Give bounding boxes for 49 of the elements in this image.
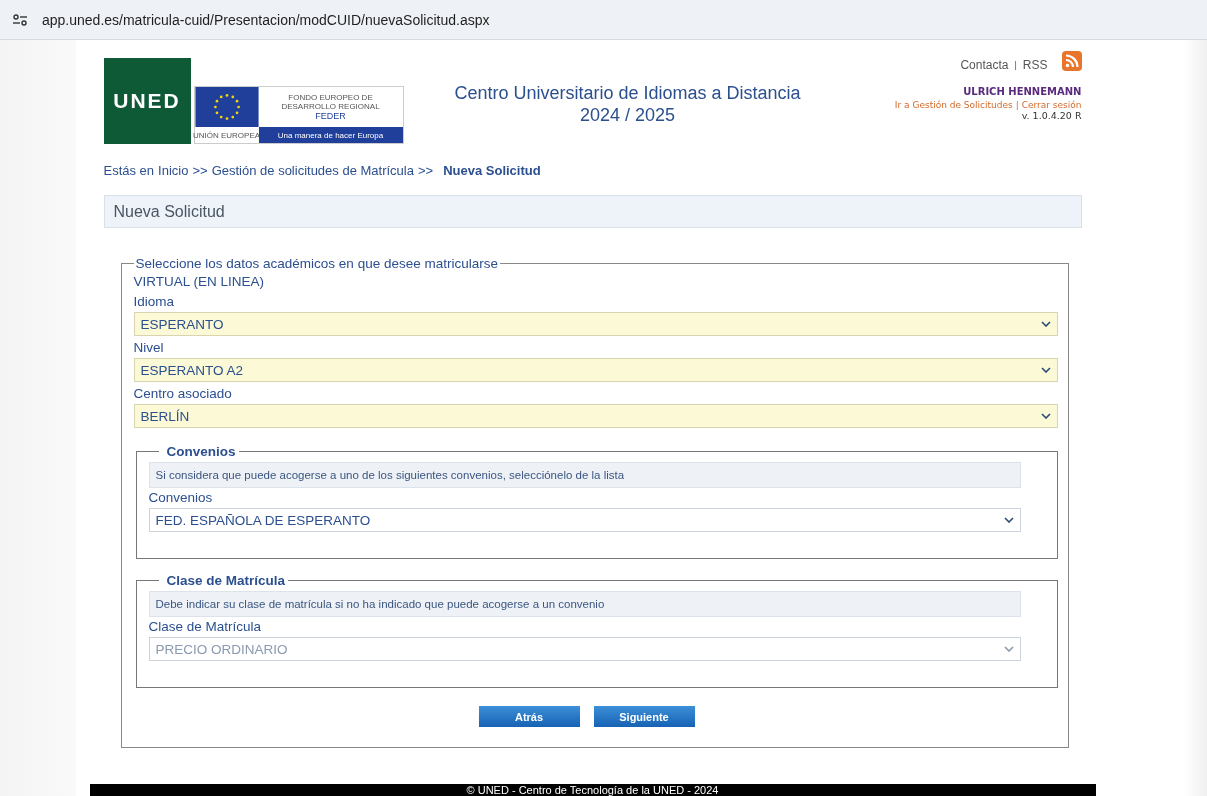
- dropdown-field[interactable]: ESPERANTO A2: [133, 358, 1058, 383]
- section-legend: Convenios: [166, 444, 236, 460]
- nav-button[interactable]: Siguiente: [593, 706, 695, 728]
- breadcrumb-separator: >>: [192, 163, 208, 178]
- logo-caption: Una manera de hacer Europa: [258, 127, 403, 143]
- logout-link[interactable]: Cerrar sesión: [1021, 100, 1082, 110]
- breadcrumb-prefix: Estás en: [103, 163, 155, 178]
- link-separator: |: [1015, 100, 1019, 110]
- site-title: Centro Universitario de Idiomas a Distancia: [454, 82, 801, 104]
- breadcrumb-separator: >>: [417, 163, 434, 178]
- panel-legend: Seleccione los datos académicos en que desee matricularse: [135, 256, 498, 272]
- link-separator: |: [1014, 60, 1017, 70]
- site-settings-icon[interactable]: [12, 13, 28, 26]
- chevron-down-icon: [1040, 367, 1051, 374]
- logo-name: FEDER: [315, 111, 346, 121]
- nav-button[interactable]: Atrás: [478, 706, 580, 728]
- breadcrumb-link[interactable]: Inicio: [158, 163, 189, 178]
- logo-caption: UNIÓN EUROPEA: [194, 129, 259, 142]
- copyright-text: © UNED - Centro de Tecnología de la UNED - 2024: [466, 784, 719, 796]
- manage-requests-link[interactable]: Ir a Gestión de Solicitudes: [894, 100, 1013, 110]
- dropdown-field[interactable]: BERLÍN: [133, 404, 1058, 429]
- info-note: Debe indicar su clase de matrícula si no ha indicado que puede acogerse a un convenio: [148, 591, 1021, 618]
- rss-icon[interactable]: [1061, 51, 1082, 71]
- field-label: Idioma: [133, 293, 176, 312]
- dropdown-field[interactable]: ESPERANTO: [133, 312, 1058, 337]
- breadcrumb-current: Nueva Solicitud: [443, 163, 541, 178]
- info-note: Si considera que puede acogerse a uno de los siguientes convenios, selecciónelo de la lista: [148, 462, 1021, 489]
- section-legend: Clase de Matrícula: [166, 573, 286, 589]
- field-label: Convenios: [148, 489, 214, 508]
- version-text: v. 1.0.4.20 R: [1021, 110, 1082, 121]
- field-label: Clase de Matrícula: [148, 618, 263, 637]
- logo-caption: FONDO EUROPEO DE DESARROLLO REGIONAL: [280, 93, 381, 111]
- chevron-down-icon: [1003, 646, 1014, 653]
- chevron-down-icon: [1040, 413, 1051, 420]
- eu-flag-icon: [194, 87, 259, 127]
- academic-year: 2024 / 2025: [579, 104, 676, 126]
- contact-link[interactable]: Contacta: [960, 58, 1009, 72]
- uned-logo: UNED: [103, 58, 191, 144]
- breadcrumb-link[interactable]: Gestión de solicitudes de Matrícula: [211, 163, 414, 178]
- field-label: Centro asociado: [133, 385, 233, 404]
- field-label: Nivel: [133, 339, 165, 358]
- url-text[interactable]: app.uned.es/matricula-cuid/Presentacion/modCUID/nuevaSolicitud.aspx: [42, 11, 490, 28]
- modality-text: VIRTUAL (EN LINEA): [133, 273, 266, 292]
- chevron-down-icon: [1040, 321, 1051, 328]
- page-title: Nueva Solicitud: [103, 195, 1082, 229]
- dropdown-field[interactable]: FED. ESPAÑOLA DE ESPERANTO: [148, 508, 1021, 533]
- rss-link[interactable]: RSS: [1022, 58, 1048, 72]
- user-name: ULRICH HENNEMANN: [963, 86, 1082, 97]
- chevron-down-icon: [1003, 517, 1014, 524]
